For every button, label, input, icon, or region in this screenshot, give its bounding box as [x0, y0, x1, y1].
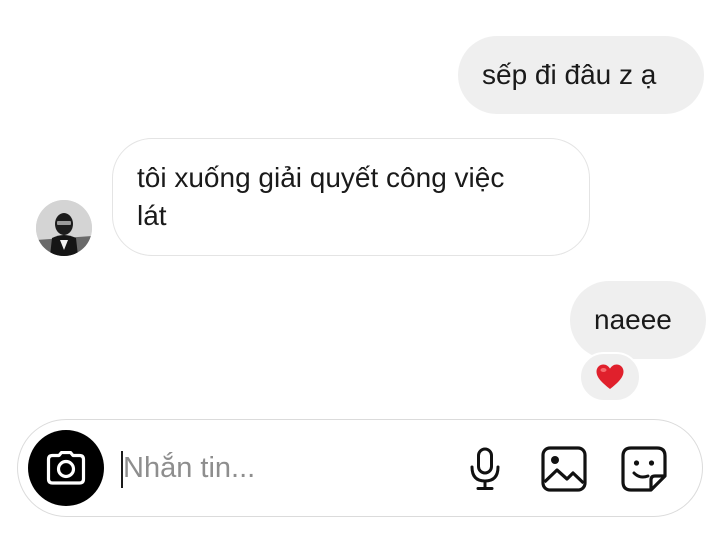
message-reaction[interactable]	[579, 352, 641, 402]
message-text: sếp đi đâu z ạ	[482, 59, 657, 90]
camera-button[interactable]	[28, 430, 104, 506]
message-text-line: lát	[137, 200, 167, 231]
message-input[interactable]: Nhắn tin...	[123, 449, 255, 487]
avatar[interactable]	[36, 200, 92, 256]
message-text: naeee	[594, 304, 672, 335]
sticker-button[interactable]	[619, 444, 669, 494]
outgoing-message-bubble[interactable]: sếp đi đâu z ạ	[458, 36, 704, 114]
microphone-icon	[470, 447, 500, 490]
avatar-image	[36, 200, 92, 256]
gallery-button[interactable]	[539, 444, 589, 494]
incoming-message-bubble[interactable]: tôi xuống giải quyết công việc lát	[112, 138, 590, 256]
message-text-line: tôi xuống giải quyết công việc	[137, 162, 505, 193]
microphone-button[interactable]	[460, 444, 510, 494]
heart-icon	[596, 364, 624, 389]
message-composer: Nhắn tin...	[17, 419, 703, 517]
gallery-icon	[541, 446, 587, 492]
sticker-icon	[621, 446, 667, 492]
camera-icon	[46, 451, 86, 485]
outgoing-message-bubble[interactable]: naeee	[570, 281, 706, 359]
